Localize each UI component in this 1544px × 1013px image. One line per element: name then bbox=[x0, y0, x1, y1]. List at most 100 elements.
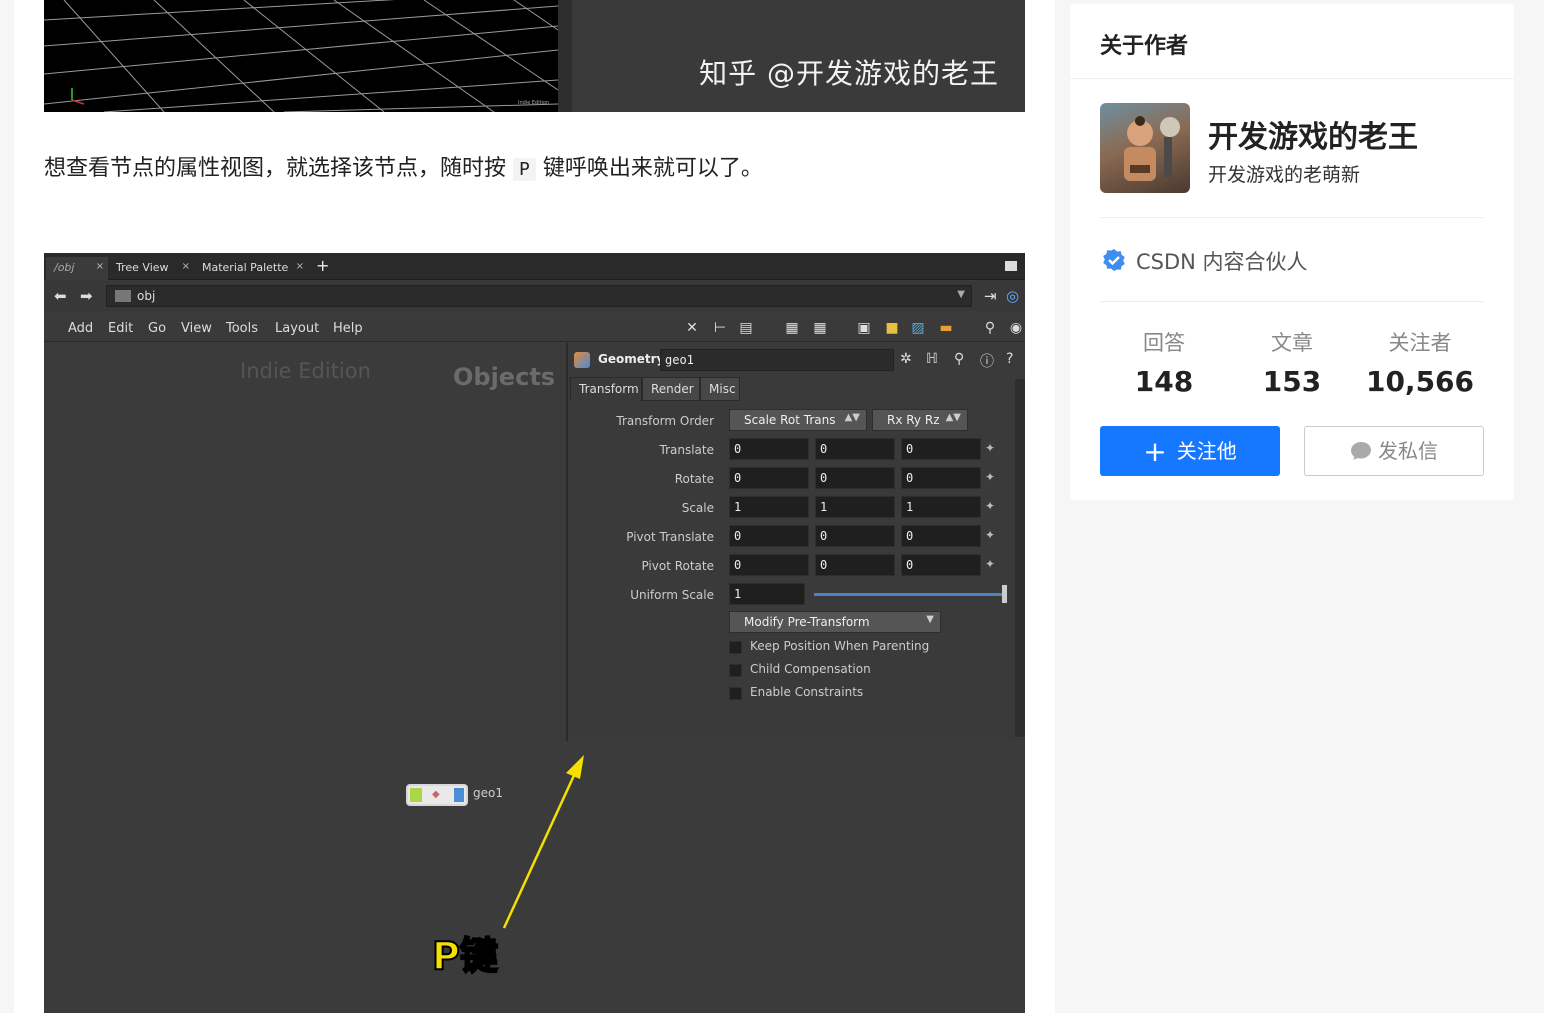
stat-articles[interactable]: 文章 153 bbox=[1227, 327, 1357, 398]
handle-icon[interactable]: ✦ bbox=[985, 528, 995, 542]
child-compensation-checkbox[interactable] bbox=[729, 664, 742, 677]
handle-icon[interactable]: ✦ bbox=[985, 499, 995, 513]
handle-icon[interactable]: ✦ bbox=[985, 441, 995, 455]
back-arrow-icon[interactable]: ⬅ bbox=[54, 287, 67, 305]
param-field-y[interactable]: 0 bbox=[815, 525, 895, 547]
geo-node[interactable]: ◆ bbox=[406, 784, 468, 806]
keep-position-checkbox[interactable] bbox=[729, 641, 742, 654]
param-field-y[interactable]: 0 bbox=[815, 467, 895, 489]
close-icon[interactable]: × bbox=[182, 261, 190, 272]
search-icon[interactable]: ⚲ bbox=[954, 351, 964, 367]
gear-icon[interactable]: ✲ bbox=[900, 351, 912, 367]
param-field-y[interactable]: 0 bbox=[815, 438, 895, 460]
add-tab-icon[interactable]: + bbox=[316, 256, 329, 275]
menu-edit[interactable]: Edit bbox=[108, 321, 133, 336]
param-field-y[interactable]: 1 bbox=[815, 496, 895, 518]
author-card: 关于作者 开发游戏的老王 开发游戏的老萌新 CSDN 内容合伙人 回答 148 文… bbox=[1070, 4, 1514, 500]
param-field-x[interactable]: 0 bbox=[729, 467, 809, 489]
chat-bubble-icon bbox=[1351, 442, 1371, 460]
tab-tree-view[interactable]: Tree View × bbox=[108, 257, 194, 280]
menu-view[interactable]: View bbox=[181, 321, 212, 336]
param-field-z[interactable]: 0 bbox=[901, 525, 981, 547]
window-icon[interactable]: ▣ bbox=[856, 320, 872, 336]
tab-label: Tree View bbox=[116, 261, 169, 274]
select-value: Rx Ry Rz bbox=[887, 413, 940, 427]
geometry-icon bbox=[574, 352, 590, 368]
pin-icon[interactable]: ⇥ bbox=[984, 287, 997, 305]
menu-tools[interactable]: Tools bbox=[226, 321, 258, 336]
param-row-scale: Scale 1 1 1 ✦ bbox=[568, 496, 1025, 522]
author-desc: 开发游戏的老萌新 bbox=[1208, 164, 1361, 186]
menu-go[interactable]: Go bbox=[148, 321, 166, 336]
note-icon[interactable]: ■ bbox=[884, 320, 900, 336]
param-field-z[interactable]: 1 bbox=[901, 496, 981, 518]
avatar[interactable] bbox=[1100, 103, 1190, 193]
follow-button[interactable]: + 关注他 bbox=[1100, 426, 1280, 476]
close-icon[interactable]: × bbox=[296, 261, 304, 272]
edition-label: Indie Edition bbox=[518, 100, 550, 106]
param-field-x[interactable]: 0 bbox=[729, 438, 809, 460]
article: Indie Edition 知乎 @开发游戏的老王 想查看节点的属性视图，就选择… bbox=[14, 0, 1055, 1013]
param-field-z[interactable]: 0 bbox=[901, 554, 981, 576]
menu-help[interactable]: Help bbox=[333, 321, 363, 336]
param-field-z[interactable]: 0 bbox=[901, 467, 981, 489]
chevron-down-icon[interactable]: ▼ bbox=[957, 289, 965, 300]
tree-icon[interactable]: ⊢ bbox=[712, 320, 728, 336]
rotate-order-select[interactable]: Rx Ry Rz ▲▼ bbox=[872, 409, 968, 431]
eye-icon[interactable]: ◉ bbox=[1008, 320, 1024, 336]
stat-label: 文章 bbox=[1271, 331, 1313, 355]
uniform-scale-field[interactable]: 1 bbox=[729, 583, 805, 605]
modify-pre-transform-button[interactable]: Modify Pre-Transform ▼ bbox=[729, 611, 941, 633]
question-icon[interactable]: ? bbox=[1006, 351, 1013, 367]
tab-material-palette[interactable]: Material Palette × bbox=[194, 257, 308, 280]
follow-label: 关注他 bbox=[1176, 439, 1237, 463]
palette-icon[interactable]: ▬ bbox=[938, 320, 954, 336]
viewport-toolbar[interactable] bbox=[558, 0, 572, 112]
pane-menu-icon[interactable] bbox=[1005, 261, 1017, 271]
scrollbar[interactable] bbox=[1015, 379, 1025, 737]
author-name[interactable]: 开发游戏的老王 bbox=[1208, 112, 1418, 156]
grid-color-icon[interactable]: ▦ bbox=[784, 320, 800, 336]
param-row-transform-order: Transform Order Scale Rot Trans ▲▼ Rx Ry … bbox=[568, 409, 1025, 435]
menu-add[interactable]: Add bbox=[68, 321, 93, 336]
forward-arrow-icon[interactable]: ➡ bbox=[80, 287, 93, 305]
node-render-flag[interactable] bbox=[454, 788, 464, 802]
param-field-y[interactable]: 0 bbox=[815, 554, 895, 576]
enable-constraints-checkbox[interactable] bbox=[729, 687, 742, 700]
param-field-x[interactable]: 0 bbox=[729, 525, 809, 547]
param-field-z[interactable]: 0 bbox=[901, 438, 981, 460]
stat-answers[interactable]: 回答 148 bbox=[1099, 327, 1229, 398]
tab-render[interactable]: Render bbox=[642, 377, 700, 401]
stat-followers[interactable]: 关注者 10,566 bbox=[1355, 327, 1485, 398]
message-button[interactable]: 发私信 bbox=[1304, 426, 1484, 476]
node-name-field[interactable]: geo1 bbox=[660, 349, 894, 371]
list-icon[interactable]: ▤ bbox=[738, 320, 754, 336]
tools-icon[interactable]: ✕ bbox=[684, 320, 700, 336]
link-icon[interactable]: ◎ bbox=[1006, 287, 1019, 305]
close-icon[interactable]: × bbox=[96, 261, 104, 272]
param-field-x[interactable]: 1 bbox=[729, 496, 809, 518]
param-label: Pivot Rotate bbox=[641, 559, 714, 573]
uniform-scale-slider[interactable] bbox=[814, 593, 1004, 596]
path-field[interactable]: obj ▼ bbox=[106, 285, 972, 307]
tab-transform[interactable]: Transform bbox=[570, 377, 642, 401]
transform-order-select[interactable]: Scale Rot Trans ▲▼ bbox=[729, 409, 867, 431]
menu-layout[interactable]: Layout bbox=[275, 321, 319, 336]
geometry-icon: ◆ bbox=[432, 789, 440, 800]
help-h-icon[interactable]: ℍ bbox=[926, 351, 938, 367]
image-icon[interactable]: ▨ bbox=[910, 320, 926, 336]
checkbox-label: Enable Constraints bbox=[750, 685, 864, 699]
handle-icon[interactable]: ✦ bbox=[985, 470, 995, 484]
search-icon[interactable]: ⚲ bbox=[982, 320, 998, 336]
tab-obj[interactable]: /obj × bbox=[46, 257, 108, 280]
handle-icon[interactable]: ✦ bbox=[985, 557, 995, 571]
top-screenshot: Indie Edition 知乎 @开发游戏的老王 bbox=[44, 0, 1025, 112]
grid-icon[interactable]: ▦ bbox=[812, 320, 828, 336]
slider-handle[interactable] bbox=[1002, 585, 1007, 603]
message-label: 发私信 bbox=[1378, 439, 1438, 463]
param-field-x[interactable]: 0 bbox=[729, 554, 809, 576]
node-display-flag[interactable] bbox=[410, 788, 422, 802]
tab-misc[interactable]: Misc bbox=[700, 377, 740, 401]
article-paragraph: 想查看节点的属性视图，就选择该节点，随时按 P 键呼唤出来就可以了。 bbox=[44, 150, 763, 182]
info-icon[interactable]: ⓘ bbox=[980, 351, 994, 371]
